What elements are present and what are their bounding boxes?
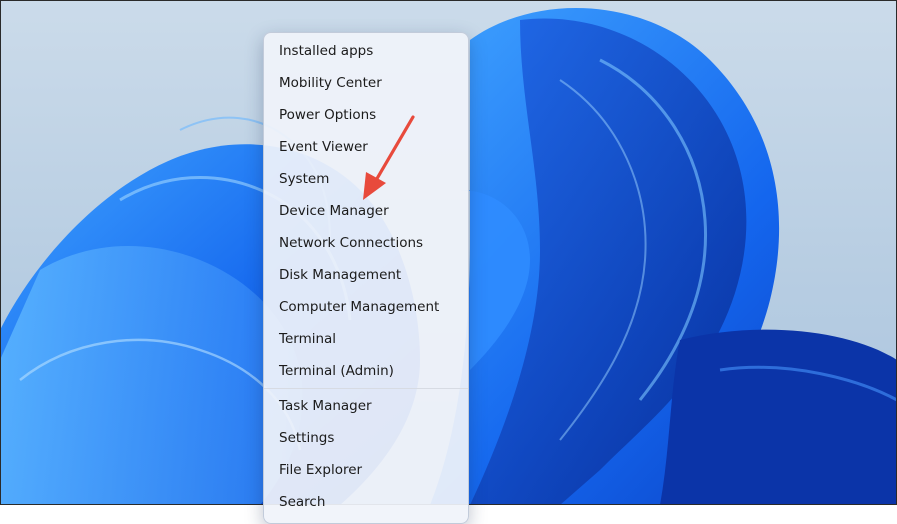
menu-item-network-connections[interactable]: Network Connections <box>264 227 468 259</box>
menu-item-power-options[interactable]: Power Options <box>264 99 468 131</box>
menu-item-device-manager[interactable]: Device Manager <box>264 195 468 227</box>
menu-item-terminal[interactable]: Terminal <box>264 323 468 355</box>
menu-item-event-viewer[interactable]: Event Viewer <box>264 131 468 163</box>
menu-item-disk-management[interactable]: Disk Management <box>264 259 468 291</box>
menu-divider <box>264 388 468 389</box>
menu-item-file-explorer[interactable]: File Explorer <box>264 454 468 486</box>
menu-item-terminal-admin[interactable]: Terminal (Admin) <box>264 355 468 387</box>
menu-item-settings[interactable]: Settings <box>264 422 468 454</box>
winx-context-menu: Installed apps Mobility Center Power Opt… <box>263 32 469 524</box>
menu-item-installed-apps[interactable]: Installed apps <box>264 35 468 67</box>
menu-item-computer-management[interactable]: Computer Management <box>264 291 468 323</box>
menu-item-search[interactable]: Search <box>264 486 468 518</box>
menu-item-system[interactable]: System <box>264 163 468 195</box>
menu-item-mobility-center[interactable]: Mobility Center <box>264 67 468 99</box>
menu-item-task-manager[interactable]: Task Manager <box>264 390 468 422</box>
